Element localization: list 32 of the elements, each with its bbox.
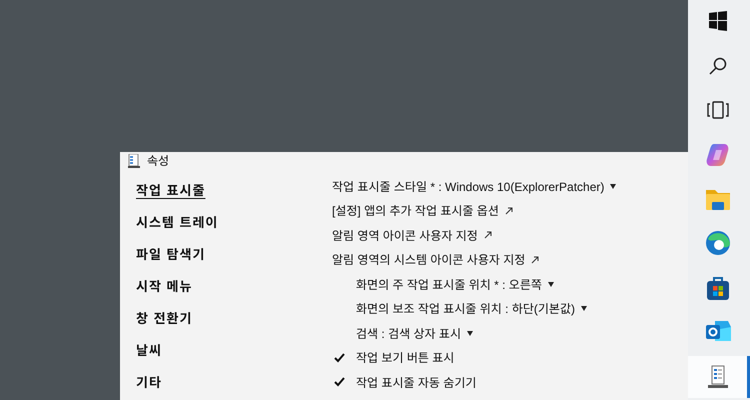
task-view-icon[interactable]	[706, 101, 728, 120]
caret-icon	[548, 282, 554, 287]
sidebar-item[interactable]: 기타	[136, 371, 316, 400]
checkbox-label[interactable]: 작업 표시줄 자동 숨기기	[356, 374, 476, 391]
sidebar-item[interactable]: 시작 메뉴	[136, 275, 316, 307]
dropdown-option[interactable]: 화면의 보조 작업 표시줄 위치 : 하단(기본값)	[356, 300, 576, 318]
dropdown-option[interactable]: 검색 : 검색 상자 표시	[356, 324, 461, 342]
settings-link[interactable]: 알림 영역의 시스템 아이콘 사용자 지정	[332, 251, 526, 268]
caret-icon	[467, 330, 473, 336]
search-icon[interactable]	[708, 56, 728, 76]
caret-icon	[610, 184, 616, 189]
swirl-logo-icon[interactable]	[704, 142, 730, 168]
dropdown-option[interactable]: 화면의 주 작업 표시줄 위치 * : 오른쪽	[356, 276, 542, 293]
dropdown-option[interactable]: 작업 표시줄 스타일 * : Windows 10(ExplorerPatcher)	[332, 178, 604, 195]
external-link-icon	[504, 206, 513, 215]
external-link-icon	[531, 256, 540, 264]
window-title: 속성	[147, 153, 170, 169]
sidebar-item[interactable]: 시스템 트레이	[136, 211, 316, 243]
caret-icon	[581, 306, 588, 312]
taskbar-button[interactable]	[688, 356, 750, 398]
sidebar-item[interactable]: 창 전환기	[136, 307, 316, 339]
settings-link[interactable]: [설정] 앱의 추가 작업 표시줄 옵션	[332, 202, 499, 220]
settings-link[interactable]: 알림 영역 아이콘 사용자 지정	[332, 226, 478, 244]
sidebar-item[interactable]: 작업 표시줄	[136, 179, 316, 211]
sidebar-item[interactable]: 파일 탐색기	[136, 243, 316, 275]
grid-logo-icon[interactable]	[708, 11, 728, 32]
sidebar-item[interactable]: 날씨	[136, 339, 316, 371]
document-list-icon[interactable]	[706, 364, 728, 389]
wave-logo-icon[interactable]	[704, 230, 730, 256]
checkbox-label[interactable]: 작업 보기 버튼 표시	[356, 349, 454, 366]
external-link-icon	[484, 231, 492, 240]
shopping-bag-icon[interactable]	[706, 274, 730, 301]
